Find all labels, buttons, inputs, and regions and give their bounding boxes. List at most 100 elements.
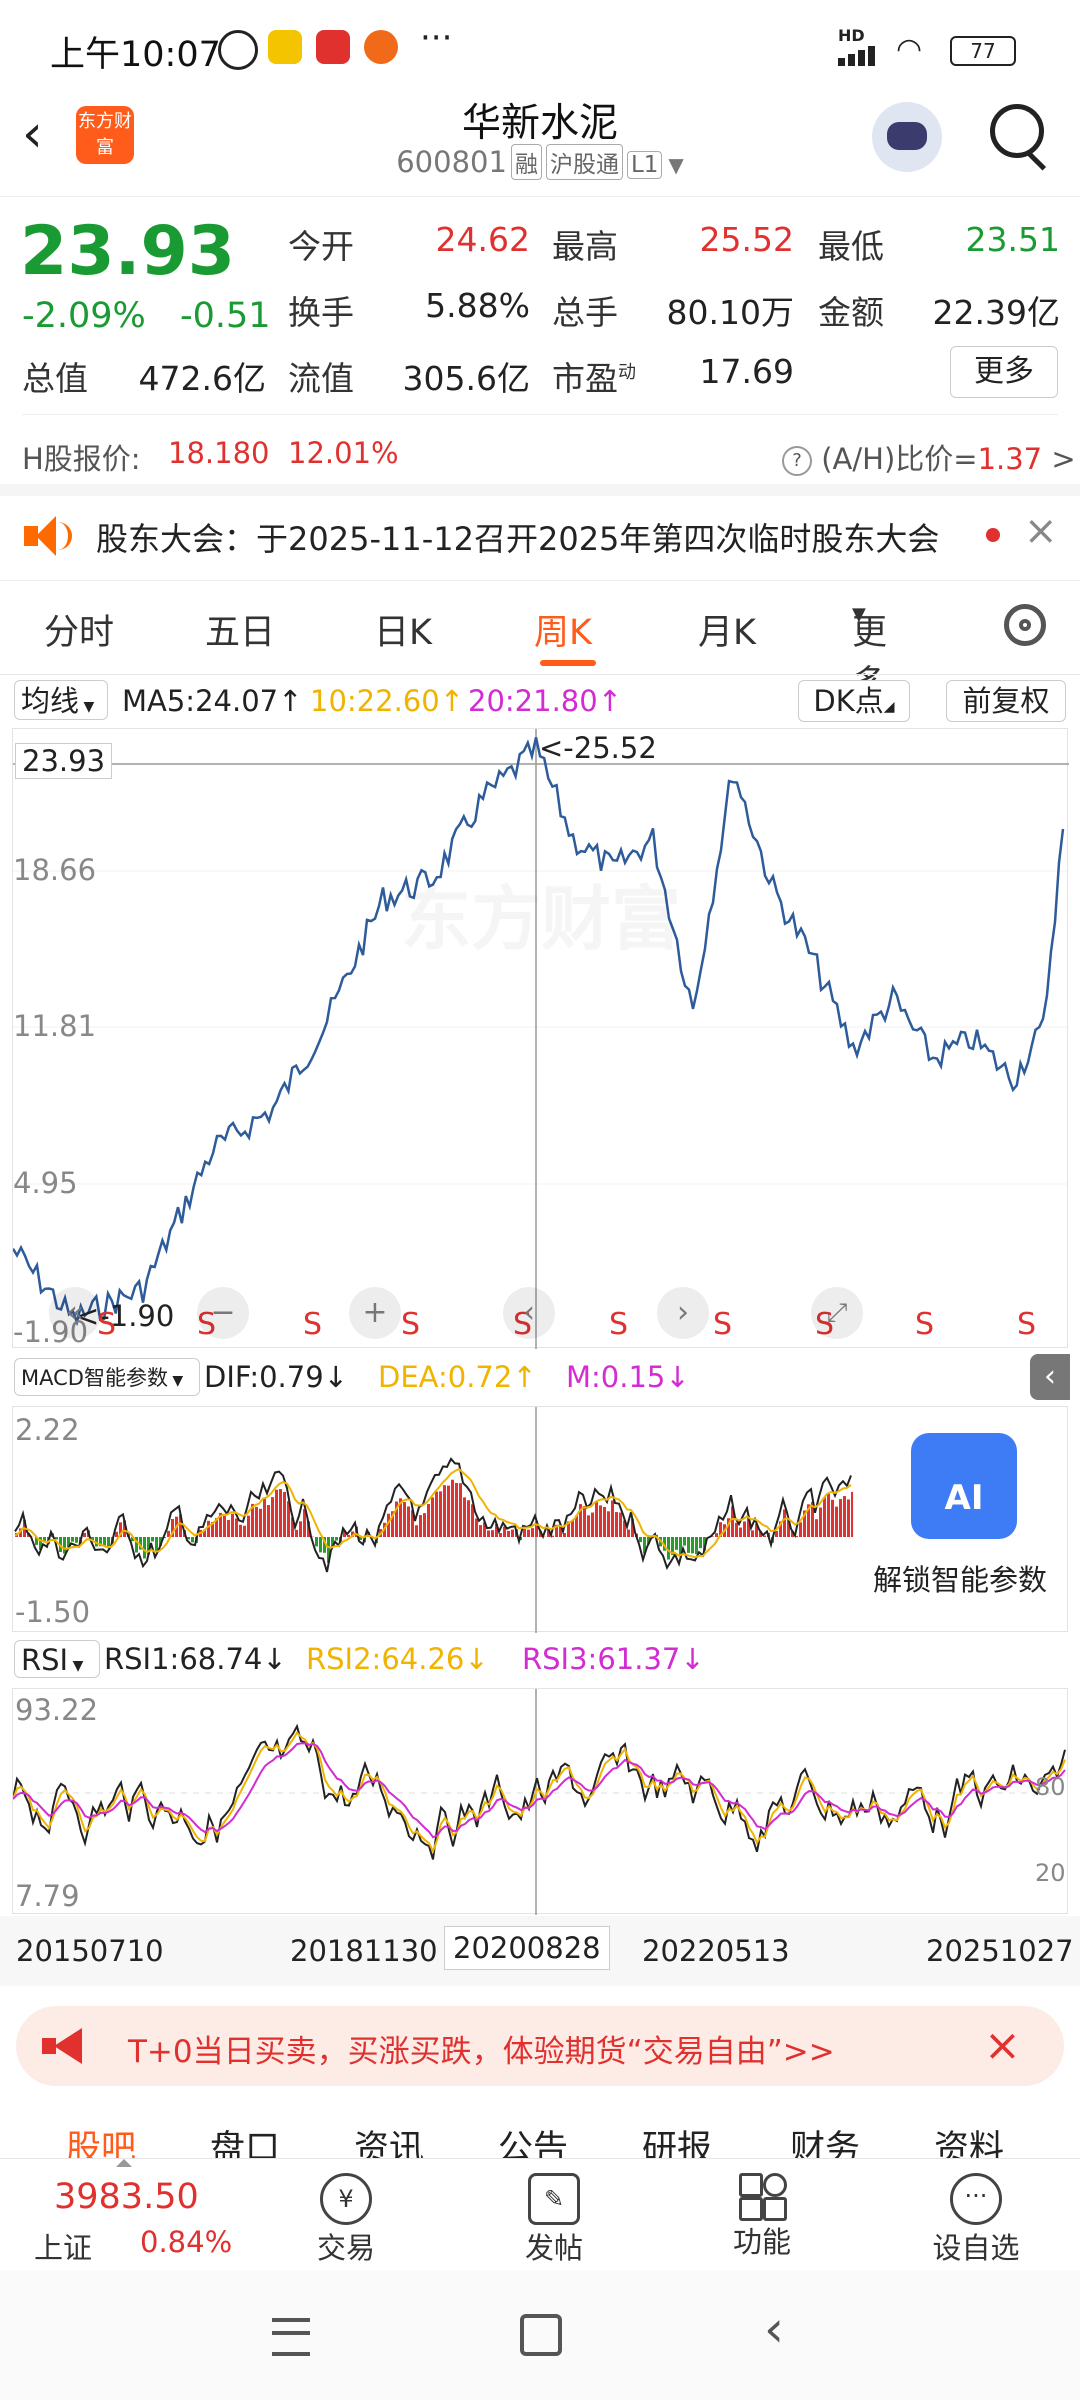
rsi3-value: RSI3:61.37↓ — [522, 1642, 705, 1676]
settings-gear-icon[interactable] — [1004, 604, 1046, 646]
robot-assistant-icon[interactable] — [872, 102, 942, 172]
more-quote-button[interactable]: 更多 — [950, 346, 1058, 398]
rsi-y-top: 93.22 — [15, 1693, 99, 1727]
sell-signal: S — [401, 1307, 421, 1342]
macd-bar — [475, 1518, 478, 1537]
macd-bar — [231, 1513, 234, 1537]
system-nav-bar: ‹ — [0, 2270, 1080, 2400]
fullscreen-icon[interactable]: ⤢ — [811, 1287, 863, 1339]
dif-value: DIF:0.79↓ — [204, 1360, 348, 1394]
nav-add-watchlist[interactable]: ··· 设自选 — [918, 2173, 1034, 2267]
tab-day-k[interactable]: 日K — [374, 604, 432, 655]
macd-bar — [63, 1537, 66, 1554]
adjust-button[interactable]: 前复权 — [946, 680, 1066, 722]
stock-header: ‹ 东方财富 华新水泥 600801 融沪股通 L1 ▼ — [0, 92, 1080, 197]
move-right-icon[interactable]: › — [657, 1287, 709, 1339]
macd-bar — [275, 1489, 278, 1537]
zoom-in-icon[interactable]: + — [349, 1287, 401, 1339]
move-left-icon[interactable]: ‹ — [503, 1287, 555, 1339]
expand-index-icon — [116, 2159, 132, 2167]
macd-bar — [455, 1483, 458, 1537]
macd-bar — [143, 1537, 146, 1559]
turnover-value: 5.88% — [425, 286, 530, 325]
back-nav-icon[interactable]: ‹ — [764, 2300, 784, 2358]
notice-text[interactable]: 股东大会：于2025-11-12召开2025年第四次临时股东大会 — [96, 514, 939, 560]
macd-bar — [699, 1537, 702, 1549]
macd-bar — [523, 1528, 526, 1537]
zoom-out-left-icon[interactable]: « — [49, 1287, 101, 1339]
low-value: 23.51 — [965, 220, 1060, 259]
rsi1-value: RSI1:68.74↓ — [104, 1642, 287, 1676]
h-share-label: H股报价: — [22, 442, 141, 476]
nav-trade[interactable]: ¥ 交易 — [296, 2173, 396, 2267]
promo-banner[interactable]: T+0当日买卖，买涨买跌，体验期货“交易自由”>> × — [16, 2006, 1064, 2086]
macd-bar — [439, 1491, 442, 1537]
tab-research[interactable]: 研报 — [642, 2120, 712, 2158]
high-value: 25.52 — [699, 220, 794, 259]
help-icon: ? — [782, 446, 812, 476]
index-change: 0.84% — [140, 2225, 233, 2259]
ah-ratio[interactable]: ? (A/H)比价=1.37 > — [782, 436, 1076, 478]
index-name: 上证 — [34, 2231, 93, 2265]
tab-order-book[interactable]: 盘口 — [210, 2120, 280, 2158]
search-icon[interactable] — [990, 104, 1044, 158]
macd-bar — [751, 1530, 754, 1537]
macd-bar — [335, 1537, 338, 1541]
close-promo-icon[interactable]: × — [984, 2020, 1021, 2071]
macd-bar — [639, 1537, 642, 1543]
zoom-out-icon[interactable]: − — [197, 1287, 249, 1339]
rsi-selector[interactable]: RSI ▼ — [14, 1640, 100, 1678]
collapse-panel-icon[interactable]: ‹ — [1030, 1354, 1070, 1400]
ma5-value: MA5:24.07↑ — [122, 684, 303, 718]
macd-bar — [151, 1537, 154, 1542]
macd-chart[interactable]: 2.22 -1.50 AI 解锁智能参数 — [12, 1406, 1068, 1633]
tab-guba[interactable]: 股吧 — [66, 2120, 136, 2158]
macd-bar — [407, 1506, 410, 1537]
tab-week-k[interactable]: 周K — [534, 604, 592, 655]
x-tick: 20220513 — [642, 1934, 790, 1968]
nav-post[interactable]: ✎ 发帖 — [504, 2173, 604, 2267]
macd-bar — [619, 1512, 622, 1537]
nav-functions[interactable]: 功能 — [712, 2173, 812, 2261]
macd-bar — [427, 1503, 430, 1537]
macd-bar — [299, 1521, 302, 1537]
tag-connect: 沪股通 — [545, 144, 623, 180]
sell-signal: S — [713, 1307, 733, 1342]
close-notice-icon[interactable]: × — [1024, 508, 1058, 554]
macd-bar — [743, 1521, 746, 1537]
tab-announcements[interactable]: 公告 — [498, 2120, 568, 2158]
macd-bar — [75, 1537, 78, 1543]
rsi-header: RSI ▼ RSI1:68.74↓ RSI2:64.26↓ RSI3:61.37… — [0, 1634, 1080, 1684]
macd-bar — [683, 1537, 686, 1546]
macd-bar — [423, 1513, 426, 1537]
menu-icon[interactable] — [272, 2318, 310, 2356]
alarm-icon — [218, 30, 258, 70]
app-notification-icon — [268, 30, 302, 64]
dea-value: DEA:0.72↑ — [378, 1360, 537, 1394]
stock-code: 600801 — [396, 145, 507, 179]
tab-finance[interactable]: 财务 — [790, 2120, 860, 2158]
macd-bar — [243, 1525, 246, 1537]
dk-point-button[interactable]: DK点◢ — [798, 680, 910, 722]
tab-5day[interactable]: 五日 — [205, 604, 275, 655]
rsi-chart[interactable]: 93.22 7.79 80 20 — [12, 1688, 1069, 1915]
macd-bar — [511, 1529, 514, 1537]
edit-icon: ✎ — [528, 2173, 580, 2225]
tab-news[interactable]: 资讯 — [354, 2120, 424, 2158]
home-icon[interactable] — [520, 2314, 562, 2356]
current-price: 23.93 — [20, 212, 236, 291]
y-tick: 18.66 — [13, 853, 97, 887]
macd-bar — [819, 1507, 822, 1537]
ai-unlock-panel[interactable]: AI 解锁智能参数 — [853, 1407, 1067, 1631]
price-chart[interactable]: 东方财富 23.93 <-25.52 <-1.90 18.66 11.81 4.… — [12, 728, 1069, 1349]
tab-timeshare[interactable]: 分时 — [44, 604, 114, 655]
tab-month-k[interactable]: 月K — [698, 604, 756, 655]
sell-signal: S — [609, 1307, 629, 1342]
promo-text: T+0当日买卖，买涨买跌，体验期货“交易自由”>> — [128, 2034, 835, 2070]
tab-profile[interactable]: 资料 — [934, 2120, 1004, 2158]
ma-selector[interactable]: 均线 ▼ — [14, 680, 108, 720]
macd-bar — [271, 1497, 274, 1537]
index-price[interactable]: 3983.50 — [54, 2177, 199, 2217]
macd-selector[interactable]: MACD智能参数 ▼ — [14, 1358, 200, 1396]
macd-bar — [227, 1519, 230, 1537]
